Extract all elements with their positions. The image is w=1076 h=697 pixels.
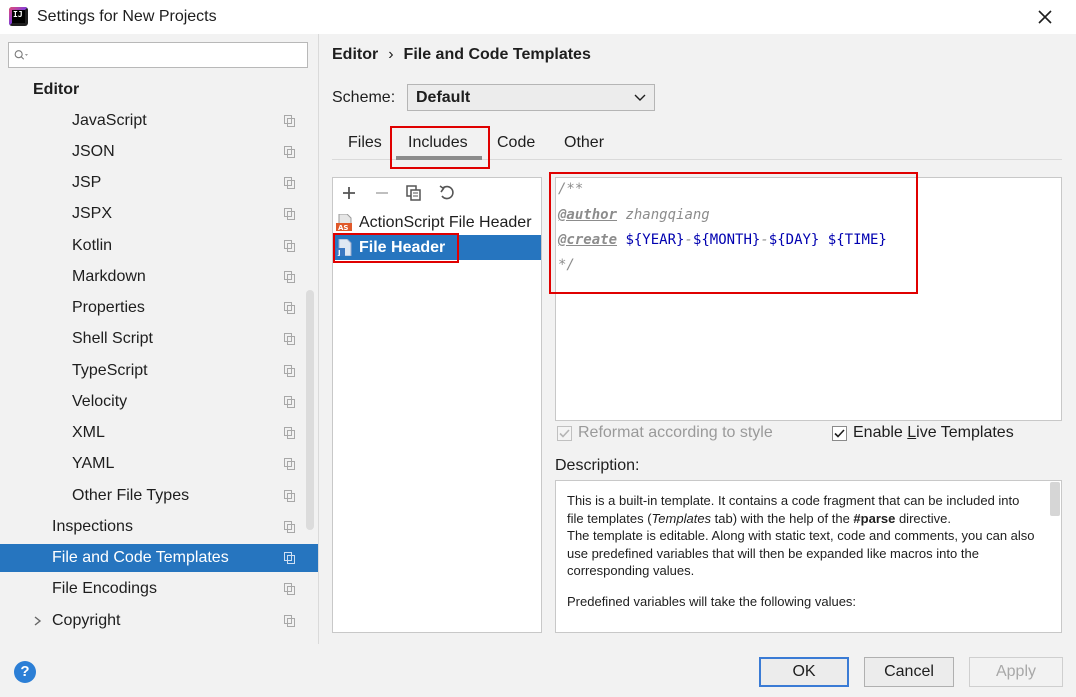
sidebar-section-label: Editor — [33, 81, 80, 98]
sidebar-item-file-encodings[interactable]: File Encodings — [0, 575, 318, 603]
list-item-actionscript-file-header[interactable]: AS ActionScript File Header — [333, 210, 541, 235]
sidebar-item-javascript[interactable]: JavaScript — [0, 107, 318, 135]
list-item-label: ActionScript File Header — [359, 214, 532, 231]
sidebar-item-kotlin[interactable]: Kotlin — [0, 232, 318, 260]
reset-icon[interactable] — [438, 184, 456, 202]
project-copy-icon — [284, 583, 295, 595]
tab-other[interactable]: Other — [564, 134, 604, 152]
window-title: Settings for New Projects — [37, 8, 217, 25]
sidebar-item-velocity[interactable]: Velocity — [0, 388, 318, 416]
project-copy-icon — [284, 271, 295, 283]
scheme-value: Default — [416, 89, 471, 106]
check-icon — [559, 429, 570, 438]
project-copy-icon — [284, 365, 295, 377]
sidebar-item-typescript[interactable]: TypeScript — [0, 357, 318, 385]
project-copy-icon — [284, 552, 295, 564]
sidebar-item-shell-script[interactable]: Shell Script — [0, 325, 318, 353]
description-text: This is a built-in template. It contains… — [567, 493, 1035, 609]
breadcrumb-separator: › — [388, 46, 394, 63]
check-icon — [834, 429, 845, 438]
sidebar-scrollbar[interactable] — [306, 290, 314, 530]
description-label: Description: — [555, 457, 640, 474]
project-copy-icon — [284, 458, 295, 470]
sidebar-item-json[interactable]: JSON — [0, 138, 318, 166]
sidebar-item-label: Velocity — [72, 393, 128, 410]
sidebar-item-label: TypeScript — [72, 362, 148, 379]
sidebar-item-copyright[interactable]: Copyright — [0, 607, 318, 635]
cancel-button[interactable]: Cancel — [864, 657, 954, 687]
remove-icon[interactable] — [373, 184, 391, 202]
search-icon — [14, 50, 28, 60]
sidebar-item-label: File Encodings — [52, 580, 157, 597]
live-templates-checkbox[interactable] — [832, 426, 847, 441]
highlight-box-template-code — [549, 172, 918, 294]
tab-files[interactable]: Files — [348, 134, 382, 152]
breadcrumb-parent[interactable]: Editor — [332, 46, 378, 63]
sidebar-item-label: JSPX — [72, 205, 113, 222]
highlight-box-file-header — [333, 233, 459, 263]
tab-code[interactable]: Code — [497, 134, 535, 152]
sidebar-item-label: XML — [72, 424, 105, 441]
sidebar-section-editor[interactable]: Editor — [0, 76, 318, 104]
project-copy-icon — [284, 490, 295, 502]
help-button[interactable]: ? — [14, 661, 36, 683]
sidebar-item-yaml[interactable]: YAML — [0, 450, 318, 478]
reformat-checkbox[interactable] — [557, 426, 572, 441]
sidebar-item-label: File and Code Templates — [52, 549, 229, 566]
scheme-dropdown[interactable]: Default — [407, 84, 655, 111]
sidebar-item-inspections[interactable]: Inspections — [0, 513, 318, 541]
project-copy-icon — [284, 208, 295, 220]
add-icon[interactable] — [340, 184, 358, 202]
actionscript-file-icon: AS — [336, 214, 352, 231]
sidebar-item-jsp[interactable]: JSP — [0, 169, 318, 197]
sidebar-item-label: JavaScript — [72, 112, 147, 129]
project-copy-icon — [284, 302, 295, 314]
intellij-app-icon: IJ — [9, 7, 28, 26]
sidebar-item-label: Other File Types — [72, 487, 190, 504]
sidebar-item-label: JSON — [72, 143, 115, 160]
scheme-label: Scheme: — [332, 89, 396, 106]
reformat-label: Reformat according to style — [578, 424, 773, 441]
sidebar-item-label: JSP — [72, 174, 102, 191]
highlight-box-includes-tab — [390, 126, 490, 169]
sidebar-item-label: Kotlin — [72, 237, 113, 254]
chevron-right-icon[interactable] — [34, 616, 42, 626]
sidebar-item-label: Inspections — [52, 518, 133, 535]
project-copy-icon — [284, 115, 295, 127]
sidebar-item-file-and-code-templates[interactable]: File and Code Templates — [0, 544, 318, 572]
search-input[interactable] — [8, 42, 308, 68]
breadcrumb: Editor › File and Code Templates — [332, 46, 591, 64]
sidebar-item-label: Shell Script — [72, 330, 153, 347]
sidebar-item-markdown[interactable]: Markdown — [0, 263, 318, 291]
project-copy-icon — [284, 615, 295, 627]
project-copy-icon — [284, 333, 295, 345]
project-copy-icon — [284, 177, 295, 189]
project-copy-icon — [284, 396, 295, 408]
svg-text:AS: AS — [338, 224, 348, 231]
sidebar-item-properties[interactable]: Properties — [0, 294, 318, 322]
apply-button[interactable]: Apply — [969, 657, 1063, 687]
project-copy-icon — [284, 240, 295, 252]
copy-icon[interactable] — [405, 184, 423, 202]
close-icon[interactable] — [1034, 6, 1056, 28]
project-copy-icon — [284, 146, 295, 158]
sidebar-item-label: Markdown — [72, 268, 146, 285]
live-templates-label: Enable Live Templates — [853, 424, 1014, 441]
project-copy-icon — [284, 427, 295, 439]
sidebar-item-jspx[interactable]: JSPX — [0, 200, 318, 228]
sidebar-item-label: YAML — [72, 455, 115, 472]
breadcrumb-current: File and Code Templates — [403, 46, 591, 63]
project-copy-icon — [284, 521, 295, 533]
sidebar-item-label: Properties — [72, 299, 145, 316]
description-scrollbar[interactable] — [1050, 482, 1060, 516]
sidebar-item-label: Copyright — [52, 612, 121, 629]
chevron-down-icon — [634, 94, 646, 101]
sidebar-item-other-file-types[interactable]: Other File Types — [0, 482, 318, 510]
ok-button[interactable]: OK — [759, 657, 849, 687]
sidebar-item-xml[interactable]: XML — [0, 419, 318, 447]
